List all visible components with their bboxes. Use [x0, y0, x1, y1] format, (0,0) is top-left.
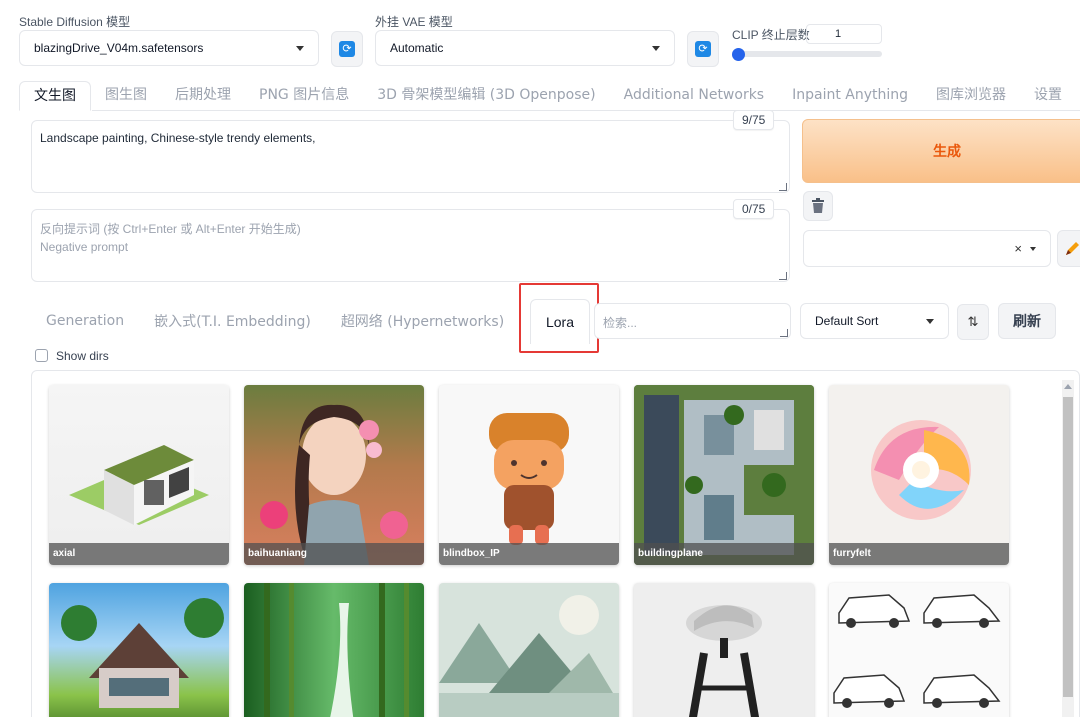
clip-slider-thumb[interactable] [732, 48, 745, 61]
lora-card-6[interactable] [49, 583, 229, 717]
negative-placeholder-line2: Negative prompt [40, 240, 129, 254]
tab-img2img[interactable]: 图生图 [91, 81, 161, 111]
card-thumbnail [634, 385, 814, 565]
tab-inpaint-anything[interactable]: Inpaint Anything [778, 81, 922, 111]
sort-order-icon: ⇅ [967, 314, 979, 329]
card-thumbnail [489, 413, 569, 545]
card-thumbnail [61, 598, 224, 708]
refresh-icon: ⟳ [339, 41, 355, 57]
lora-card-10[interactable] [829, 583, 1009, 717]
main-tabs: 文生图 图生图 后期处理 PNG 图片信息 3D 骨架模型编辑 (3D Open… [19, 81, 1076, 111]
card-thumbnail [833, 594, 1001, 708]
tab-generation[interactable]: Generation [31, 313, 139, 329]
card-label: furryfelt [829, 543, 1009, 565]
refresh-icon: ⟳ [695, 41, 711, 57]
refresh-label: 刷新 [1013, 314, 1041, 330]
card-label: blindbox_IP [439, 543, 619, 565]
show-dirs-checkbox[interactable] [35, 349, 48, 362]
lora-card-buildingplane[interactable]: buildingplane [634, 385, 814, 565]
generate-label: 生成 [933, 144, 961, 160]
prompt-token-counter: 9/75 [733, 110, 775, 130]
lora-card-9[interactable] [634, 583, 814, 717]
search-input[interactable]: 检索... [594, 303, 791, 339]
tab-extras[interactable]: 后期处理 [161, 81, 245, 111]
resize-handle-icon[interactable] [779, 272, 787, 280]
scroll-up-arrow-icon[interactable] [1064, 384, 1072, 389]
clip-number-input[interactable]: 1 [806, 24, 882, 44]
clip-slider-track[interactable] [732, 51, 882, 57]
tab-additional-networks[interactable]: Additional Networks [610, 81, 778, 111]
clip-value: 1 [835, 28, 842, 40]
prompt-textarea[interactable]: Landscape painting, Chinese-style trendy… [31, 120, 790, 193]
negative-token-counter: 0/75 [733, 199, 775, 219]
tab-settings[interactable]: 设置 [1020, 81, 1076, 111]
trash-icon [812, 198, 824, 213]
sort-value: Default Sort [815, 314, 879, 328]
resize-handle-icon[interactable] [779, 183, 787, 191]
card-thumbnail [871, 420, 971, 520]
resize-handle-icon[interactable] [780, 329, 788, 337]
lora-card-7[interactable] [244, 583, 424, 717]
sd-model-label: Stable Diffusion 模型 [19, 15, 131, 29]
highlight-box [519, 283, 599, 353]
chevron-down-icon [926, 318, 934, 324]
card-thumbnail [686, 605, 762, 717]
vae-label: 外挂 VAE 模型 [375, 15, 453, 29]
chevron-down-icon [652, 45, 660, 51]
sd-model-value: blazingDrive_V04m.safetensors [34, 41, 204, 55]
card-label: buildingplane [634, 543, 814, 565]
chevron-down-icon [1030, 246, 1036, 251]
vae-value: Automatic [390, 41, 444, 55]
styles-select[interactable]: × [803, 230, 1051, 267]
tab-txt2img[interactable]: 文生图 [19, 81, 91, 111]
tab-divider [92, 110, 1080, 111]
lora-card-8[interactable] [439, 583, 619, 717]
tab-hypernetworks[interactable]: 超网络 (Hypernetworks) [326, 311, 519, 331]
tab-image-browser[interactable]: 图库浏览器 [922, 81, 1020, 111]
trash-button[interactable] [803, 191, 833, 221]
card-thumbnail [69, 445, 209, 525]
scrollbar[interactable] [1062, 380, 1074, 717]
card-thumbnail [264, 583, 409, 717]
sd-model-refresh-button[interactable]: ⟳ [331, 31, 363, 67]
lora-card-furryfelt[interactable]: furryfelt [829, 385, 1009, 565]
negative-prompt-textarea[interactable]: 反向提示词 (按 Ctrl+Enter 或 Alt+Enter 开始生成) Ne… [31, 209, 790, 282]
tab-embedding[interactable]: 嵌入式(T.I. Embedding) [139, 311, 326, 331]
vae-refresh-button[interactable]: ⟳ [687, 31, 719, 67]
tab-png-info[interactable]: PNG 图片信息 [245, 81, 363, 111]
tab-3d-openpose[interactable]: 3D 骨架模型编辑 (3D Openpose) [363, 81, 609, 111]
refresh-button[interactable]: 刷新 [998, 303, 1056, 339]
sd-model-select[interactable]: blazingDrive_V04m.safetensors [19, 30, 319, 66]
vae-select[interactable]: Automatic [375, 30, 675, 66]
card-label: baihuaniang [244, 543, 424, 565]
search-placeholder: 检索... [603, 316, 638, 330]
sort-select[interactable]: Default Sort [800, 303, 949, 339]
card-thumbnail [260, 404, 408, 565]
chevron-down-icon [296, 45, 304, 51]
lora-card-baihuaniang[interactable]: baihuaniang [244, 385, 424, 565]
card-label: axial [49, 543, 229, 565]
generate-button[interactable]: 生成 [802, 119, 1080, 183]
show-dirs-label: Show dirs [56, 349, 109, 363]
network-tabs: Generation 嵌入式(T.I. Embedding) 超网络 (Hype… [31, 310, 577, 332]
clear-icon[interactable]: × [1014, 241, 1022, 256]
clip-label: CLIP 终止层数 [732, 28, 810, 42]
sort-order-button[interactable]: ⇅ [957, 304, 989, 340]
pencil-icon [1066, 241, 1079, 255]
scrollbar-thumb[interactable] [1063, 397, 1073, 697]
card-thumbnail [439, 595, 619, 717]
lora-card-blindbox-ip[interactable]: blindbox_IP [439, 385, 619, 565]
lora-card-axial[interactable]: axial [49, 385, 229, 565]
negative-placeholder-line1: 反向提示词 (按 Ctrl+Enter 或 Alt+Enter 开始生成) [40, 222, 301, 236]
prompt-text: Landscape painting, Chinese-style trendy… [40, 131, 316, 145]
edit-styles-button[interactable] [1057, 230, 1080, 267]
